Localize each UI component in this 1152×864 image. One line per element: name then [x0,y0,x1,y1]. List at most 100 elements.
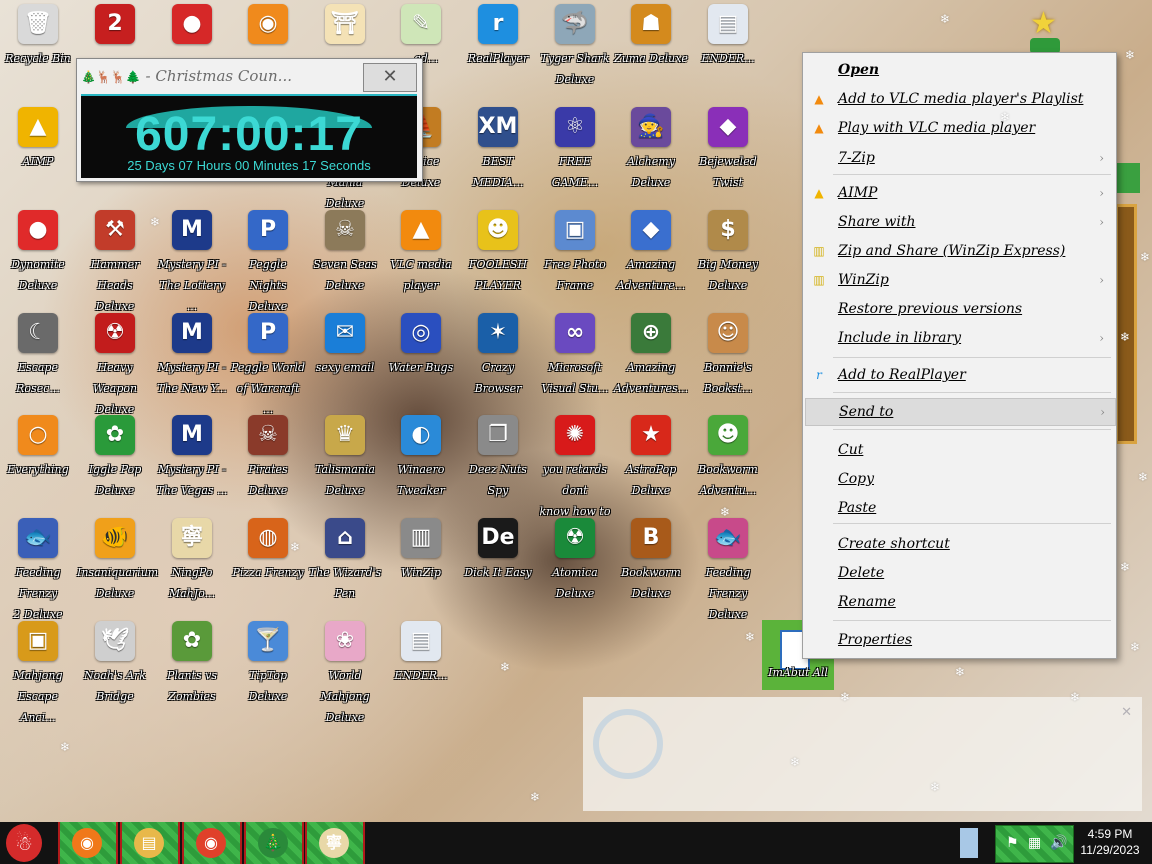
menu-item-delete[interactable]: Delete [805,560,1114,586]
desktop-icon[interactable]: ○ Everything [0,411,76,480]
app-icon: ☻ [478,210,518,250]
taskbar-button-file-explorer[interactable]: ▤ [120,822,180,864]
taskbar-button-ningpo[interactable]: 寧 [305,822,365,864]
desktop-icon[interactable]: ✿ Plants vs Zombies [154,617,230,707]
clock[interactable]: 4:59 PM 11/29/2023 [1072,826,1148,858]
desktop-icon[interactable]: ☠ Pirates Deluxe [230,411,306,501]
desktop-icon[interactable]: 🐟 Feeding Frenzy 2 Deluxe [0,514,76,625]
network-icon[interactable]: ▦ [1028,835,1041,851]
desktop-icon[interactable]: ✉ sexy email [307,309,383,378]
desktop-icon[interactable]: ▣ Mahjong Escape Anci... [0,617,76,728]
menu-item-copy[interactable]: Copy [805,466,1114,492]
menu-item-add-to-vlc-media-player-s-playlist[interactable]: ▲ Add to VLC media player's Playlist [805,86,1114,112]
desktop-icon[interactable]: M Mystery PI - The Vegas ... [154,411,230,501]
desktop-icon[interactable]: ◆ Amazing Adventure... [613,206,689,296]
desktop-icon[interactable]: ▲ VLC media player [383,206,459,296]
desktop-icon[interactable]: ▤ ENDER... [690,0,766,69]
desktop-icon[interactable]: r RealPlayer [460,0,536,69]
desktop-icon[interactable]: ☠ Seven Seas Deluxe [307,206,383,296]
desktop-icon[interactable]: 寧 NingPo MahJo... [154,514,230,604]
clock-time: 4:59 PM [1087,827,1133,841]
taskbar-button-firefox[interactable]: ◉ [58,822,118,864]
desktop-icon[interactable]: ✶ Crazy Browser [460,309,536,399]
desktop-icon[interactable]: ☢ Atomica Deluxe [537,514,613,604]
menu-item-restore-previous-versions[interactable]: Restore previous versions [805,296,1114,322]
desktop-icon[interactable]: P Peggle World of Warcraft ... [230,309,306,420]
desktop-icon[interactable]: ✿ Iggle Pop Deluxe [77,411,153,501]
desktop-icon[interactable]: ☻ FOOLESH PLAYER [460,206,536,296]
ningpo-icon: 寧 [319,828,349,858]
gadget-close-button[interactable]: ✕ [363,63,417,92]
menu-item-send-to[interactable]: Send to › [805,398,1116,426]
menu-item-add-to-realplayer[interactable]: r Add to RealPlayer [805,362,1114,388]
desktop-icon[interactable]: ● [154,0,230,48]
desktop-icon[interactable]: ☻ Bookworm Adventu... [690,411,766,501]
menu-item-zip-and-share-winzip-express[interactable]: ▥ Zip and Share (WinZip Express) [805,238,1114,264]
desktop-icon[interactable]: ◐ Winaero Tweaker [383,411,459,501]
desktop-icon-label: Tyger Shark Deluxe [540,52,610,86]
desktop-icon[interactable]: ☺ Bonnie's Bookst... [690,309,766,399]
desktop-icon[interactable]: 🗑 Recycle Bin [0,0,76,69]
desktop-icon[interactable]: ⚛ FREE GAME... [537,103,613,193]
desktop-icon[interactable]: ★ AstroPop Deluxe [613,411,689,501]
desktop-icon[interactable]: ◆ Bejeweled Twist [690,103,766,193]
menu-item-paste[interactable]: Paste [805,495,1114,521]
desktop-icon[interactable]: De Dick It Easy [460,514,536,583]
menu-item-properties[interactable]: Properties [805,627,1114,653]
desktop-icon[interactable]: 2 [77,0,153,48]
start-button[interactable]: ☃ [0,822,50,864]
menu-item-share-with[interactable]: Share with › [805,209,1114,235]
desktop-icon[interactable]: ♛ Talismania Deluxe [307,411,383,501]
menu-item-cut[interactable]: Cut [805,437,1114,463]
menu-item-winzip[interactable]: ▥ WinZip › [805,267,1114,293]
desktop-icon[interactable]: P Peggle Nights Deluxe [230,206,306,317]
desktop-icon[interactable]: $ Big Money Deluxe [690,206,766,296]
desktop-icon[interactable]: ☗ Zuma Deluxe [613,0,689,69]
desktop-icon[interactable]: XM BEST MEDIA... [460,103,536,193]
flag-icon[interactable]: ⚑ [1006,835,1019,851]
desktop-icon[interactable]: ● Dynomite Deluxe [0,206,76,296]
desktop-icon[interactable]: ▥ WinZip [383,514,459,583]
desktop-icon[interactable]: ∞ Microsoft Visual Stu... [537,309,613,399]
menu-item-play-with-vlc-media-player[interactable]: ▲ Play with VLC media player [805,115,1114,141]
menu-item-rename[interactable]: Rename [805,589,1114,615]
menu-item-include-in-library[interactable]: Include in library › [805,325,1114,351]
volume-icon[interactable]: 🔊 [1050,835,1067,851]
desktop-icon[interactable]: ◉ [230,0,306,48]
desktop-icon[interactable]: ▣ Free Photo Frame [537,206,613,296]
desktop-icon[interactable]: ❐ Deez Nuts Spy [460,411,536,501]
desktop-icon[interactable]: ▤ ENDER... [383,617,459,686]
notification-close-icon[interactable]: ✕ [1121,705,1132,720]
desktop-icon[interactable]: 🐠 Insaniquarium Deluxe [77,514,158,604]
desktop-icon[interactable]: ☢ Heavy Weapon Deluxe [77,309,153,420]
desktop-icon[interactable]: ⊕ Amazing Adventures... [613,309,689,399]
menu-item-label: Create shortcut [838,536,950,552]
taskbar-button-christmas-tree[interactable]: 🎄 [244,822,304,864]
desktop-icon[interactable]: ◎ Water Bugs [383,309,459,378]
desktop-icon[interactable]: ⌂ The Wizard's Pen [307,514,383,604]
desktop-icon[interactable]: B Bookworm Deluxe [613,514,689,604]
desktop-icon[interactable]: ⛩ [307,0,383,48]
desktop-icon[interactable]: ❀ World Mahjong Deluxe [307,617,383,728]
menu-separator [833,429,1111,430]
desktop-icon[interactable]: 🧙 Alchemy Deluxe [613,103,689,193]
menu-item-open[interactable]: Open [805,57,1114,83]
menu-item-label: AIMP [838,185,878,201]
desktop-icon[interactable]: 🕊 Noah's Ark Bridge [77,617,153,707]
menu-item-7-zip[interactable]: 7-Zip › [805,145,1114,171]
desktop-icon[interactable]: 🐟 Feeding Frenzy Deluxe [690,514,766,625]
notification-toast[interactable]: ✕ [583,697,1142,811]
menu-item-create-shortcut[interactable]: Create shortcut [805,531,1114,557]
menu-item-aimp[interactable]: ▲ AIMP › [805,180,1114,206]
desktop-icon[interactable]: M Mystery PI - The Lottery ... [154,206,230,317]
desktop-icon-label: Big Money Deluxe [698,258,758,292]
desktop-icon[interactable]: 🍸 TipTop Deluxe [230,617,306,707]
desktop-icon[interactable]: ▲ AIMP [0,103,76,172]
desktop-icon[interactable]: 🦈 Tyger Shark Deluxe [537,0,613,90]
taskbar-button-chrome[interactable]: ◉ [182,822,242,864]
christmas-countdown-gadget[interactable]: 🎄🦌🦌🌲 - Christmas Coun... ✕ 607:00:17 25 … [76,58,423,182]
show-desktop-button[interactable] [960,828,978,858]
desktop-icon[interactable]: ☾ Escape Rosec... [0,309,76,399]
desktop-icon[interactable]: ⚒ Hammer Heads Deluxe [77,206,153,317]
desktop-icon[interactable]: M Mystery PI - The New Y... [154,309,230,399]
